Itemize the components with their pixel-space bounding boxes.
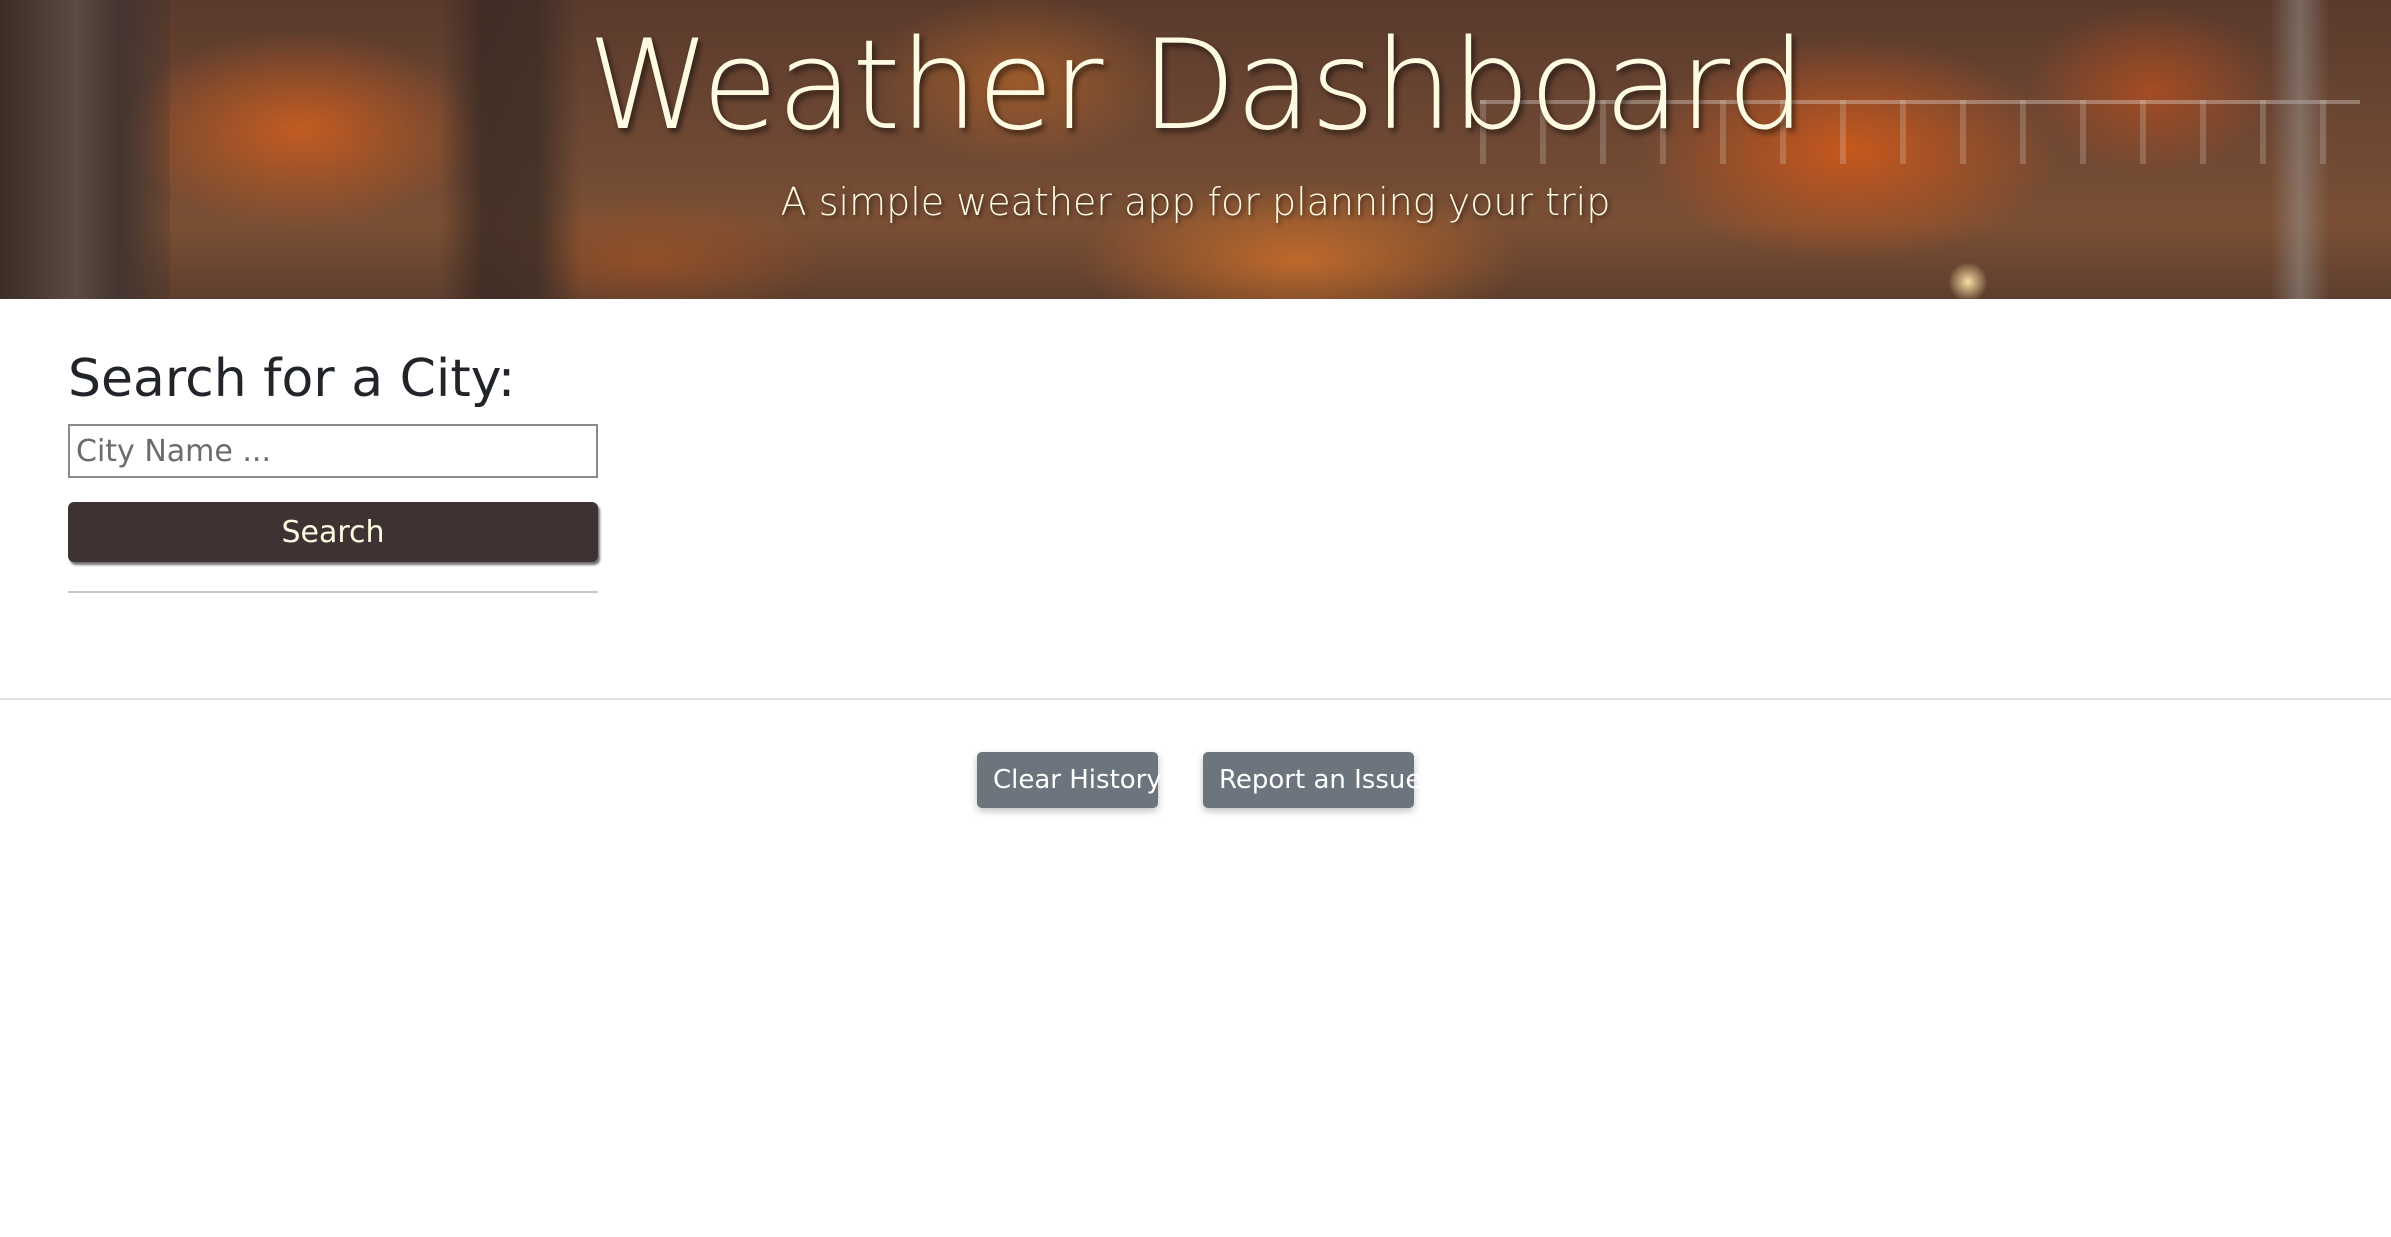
- search-history-divider: [68, 591, 598, 593]
- search-heading: Search for a City:: [68, 349, 516, 409]
- background-lamp-light: [1948, 262, 1988, 299]
- city-search-input[interactable]: [68, 424, 598, 478]
- hero-banner: Weather Dashboard A simple weather app f…: [0, 0, 2391, 299]
- footer-divider: [0, 698, 2391, 700]
- page-subtitle: A simple weather app for planning your t…: [780, 180, 1611, 224]
- footer-actions: Clear History Report an Issue: [0, 752, 2391, 808]
- page-title: Weather Dashboard: [587, 14, 1805, 158]
- search-panel: Search for a City: Search: [68, 344, 598, 593]
- report-issue-button[interactable]: Report an Issue: [1203, 752, 1421, 808]
- search-button[interactable]: Search: [68, 502, 598, 562]
- clear-history-button[interactable]: Clear History: [977, 752, 1162, 808]
